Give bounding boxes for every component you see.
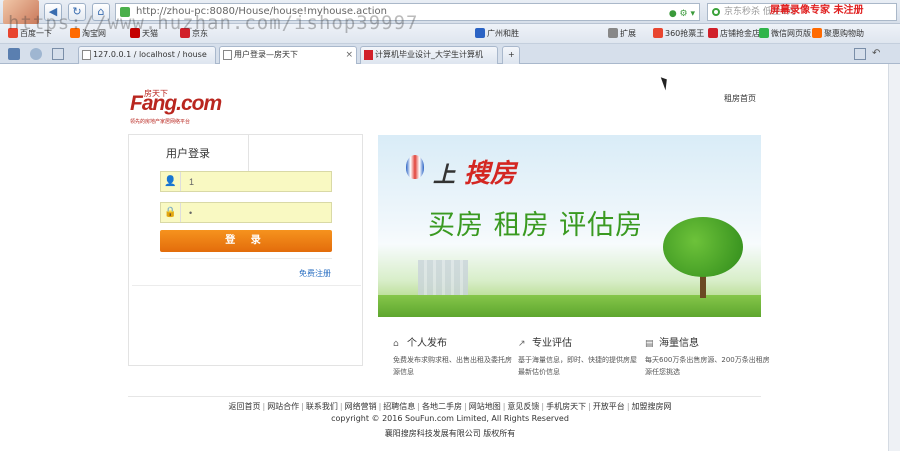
footer-separator: | — [417, 402, 420, 411]
cloud-icon[interactable] — [30, 48, 42, 60]
favorite-icon — [708, 28, 718, 38]
login-tab[interactable]: 用户登录 — [129, 135, 249, 171]
page-icon — [223, 50, 232, 60]
grass-image — [378, 295, 761, 317]
tab-bar: 127.0.0.1 / localhost / house 用户登录—房天下 ×… — [0, 44, 900, 64]
favorite-label: 聚惠购物助 — [824, 29, 864, 38]
footer-separator: | — [588, 402, 591, 411]
favorite-label: 360抢票王 — [665, 29, 705, 38]
footer-link[interactable]: 招聘信息 — [383, 402, 415, 411]
favorite-icon — [608, 28, 618, 38]
feature-title: 个人发布 — [407, 338, 447, 349]
login-button[interactable]: 登 录 — [160, 230, 332, 252]
footer-separator: | — [464, 402, 467, 411]
footer-separator: | — [378, 402, 382, 411]
address-bar-actions[interactable]: ● ⚙ ▾ — [669, 6, 695, 22]
promo-banner[interactable]: 上 搜房 买房 租房 评估房 — [378, 135, 761, 317]
footer-separator: | — [262, 402, 266, 411]
banner-prefix: 上 — [433, 163, 456, 188]
page-content: 房天下 Fang.com 领先的房地产家居网络平台 租房首页 用户登录 👤 🔒 … — [0, 64, 900, 451]
password-field[interactable]: 🔒 — [160, 202, 332, 223]
search-engine-icon — [712, 8, 720, 16]
footer-link[interactable]: 返回首页 — [228, 402, 260, 411]
favorite-label: 广州和胜 — [487, 29, 519, 38]
tab-graduation[interactable]: 计算机毕业设计_大学生计算机 — [360, 46, 498, 64]
login-footer — [132, 285, 361, 365]
sidebar-toggle-icon[interactable] — [8, 48, 20, 60]
favorite-icon — [653, 28, 663, 38]
url-watermark: https://www.huzhan.com/ishop39997 — [8, 12, 419, 34]
document-icon: ▤ — [645, 339, 654, 349]
page-icon — [82, 50, 91, 60]
favorite-item[interactable]: 广州和胜 — [475, 28, 519, 40]
undo-icon[interactable]: ↶ — [872, 48, 884, 60]
footer-link[interactable]: 手机房天下 — [546, 402, 586, 411]
footer-separator: | — [541, 402, 545, 411]
footer-link[interactable]: 开放平台 — [593, 402, 625, 411]
login-panel: 用户登录 👤 🔒 登 录 免费注册 — [128, 134, 363, 366]
new-tab-button[interactable]: + — [502, 46, 520, 64]
chart-icon: ↗ — [518, 339, 526, 349]
password-input[interactable] — [189, 205, 329, 220]
feature-desc: 基于海量信息，即时、快捷的提供房屋最新估价信息 — [518, 356, 637, 376]
favorite-item[interactable]: 360抢票王 — [653, 28, 704, 40]
footer-link[interactable]: 网站地图 — [469, 402, 501, 411]
window-icon[interactable] — [854, 48, 866, 60]
footer-separator: | — [339, 402, 343, 411]
register-link[interactable]: 免费注册 — [299, 268, 331, 279]
balloon-icon — [406, 155, 424, 179]
favorite-item[interactable]: 店铺抢金店 — [708, 28, 760, 40]
footer-link[interactable]: 各地二手房 — [422, 402, 462, 411]
feature-professional-valuation: ↗ 专业评估 基于海量信息，即时、快捷的提供房屋最新估价信息 — [518, 334, 643, 378]
favorite-icon — [812, 28, 822, 38]
footer-separator: | — [626, 402, 630, 411]
feature-desc: 免费发布求购求租、出售出租及委托房源信息 — [393, 356, 512, 376]
footer-divider — [128, 396, 761, 397]
logo-tagline: 领先的房地产家居网络平台 — [130, 119, 191, 125]
username-field[interactable]: 👤 — [160, 171, 332, 192]
tab-login[interactable]: 用户登录—房天下 × — [219, 46, 357, 64]
footer-link[interactable]: 加盟搜房网 — [632, 402, 672, 411]
site-icon — [364, 50, 373, 60]
city-skyline-image — [418, 260, 468, 300]
favorite-item[interactable]: 扩展 — [608, 28, 636, 40]
favorite-icon — [759, 28, 769, 38]
feature-title: 专业评估 — [532, 338, 572, 349]
footer-separator: | — [502, 402, 506, 411]
feature-title: 海量信息 — [659, 338, 699, 349]
favorite-label: 微信网页版 — [771, 29, 811, 38]
banner-brand: 搜房 — [464, 159, 517, 189]
login-title: 用户登录 — [166, 147, 210, 160]
favorite-label: 扩展 — [620, 29, 636, 38]
footer-separator: | — [301, 402, 304, 411]
close-tab-icon[interactable]: × — [345, 47, 353, 63]
house-icon: ⌂ — [393, 339, 399, 349]
copyright: copyright © 2016 SouFun.com Limited, All… — [331, 414, 569, 423]
footer-link[interactable]: 意见反馈 — [507, 402, 539, 411]
footer-link[interactable]: 联系我们 — [306, 402, 338, 411]
footer-link[interactable]: 网站合作 — [267, 402, 299, 411]
scrollbar[interactable] — [888, 64, 900, 451]
tree-image — [663, 217, 743, 277]
feature-personal-publish: ⌂ 个人发布 免费发布求购求租、出售出租及委托房源信息 — [393, 334, 518, 378]
favorite-item[interactable]: 聚惠购物助 — [812, 28, 864, 40]
feature-desc: 每天600万条出售房源、200万条出租房源任您挑选 — [645, 356, 770, 376]
favorite-item[interactable]: 微信网页版 — [759, 28, 811, 40]
rent-home-link[interactable]: 租房首页 — [724, 93, 756, 104]
footer-links: 返回首页 | 网站合作 | 联系我们 | 网络营销 | 招聘信息 | 各地二手房 | 网站地图 | 意见反馈… — [0, 401, 900, 412]
feature-massive-info: ▤ 海量信息 每天600万条出售房源、200万条出租房源任您挑选 — [645, 334, 770, 378]
lock-icon: 🔒 — [161, 203, 181, 222]
site-logo[interactable]: Fang.com — [130, 92, 222, 116]
footer-link[interactable]: 网络营销 — [345, 402, 377, 411]
tab-phpmyadmin[interactable]: 127.0.0.1 / localhost / house — [78, 46, 216, 64]
recorder-watermark: 屏幕录像专家 未注册 — [770, 5, 864, 16]
favorite-icon — [475, 28, 485, 38]
tablet-icon[interactable] — [52, 48, 64, 60]
favorite-label: 店铺抢金店 — [720, 29, 760, 38]
divider — [160, 258, 332, 259]
username-input[interactable] — [189, 174, 329, 189]
banner-slogan: 买房 租房 评估房 — [428, 210, 644, 241]
company-name: 襄阳搜房科技发展有限公司 版权所有 — [384, 429, 516, 438]
user-icon: 👤 — [161, 172, 181, 191]
